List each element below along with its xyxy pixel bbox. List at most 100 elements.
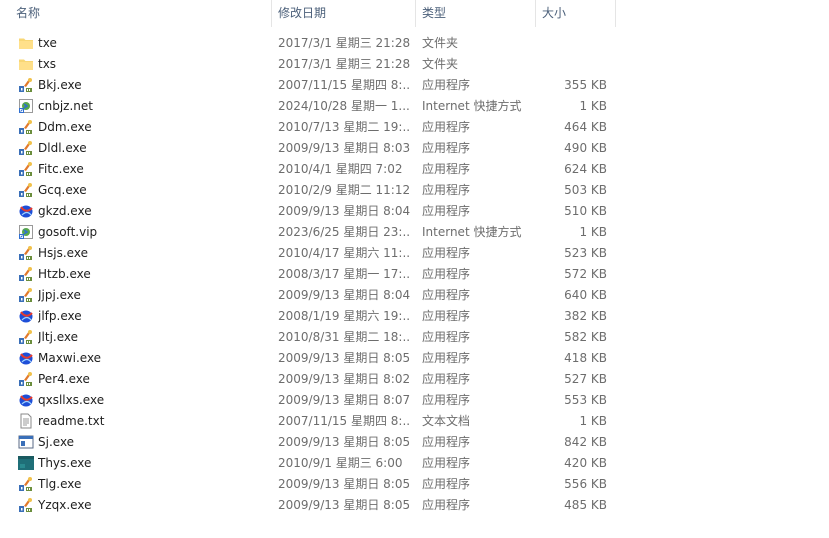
file-type: 应用程序: [422, 477, 471, 491]
internet-shortcut-icon: [18, 98, 34, 114]
app-icon: [18, 182, 34, 198]
file-size: [536, 54, 607, 75]
globe-app-icon: [18, 203, 34, 219]
column-header-name-label: 名称: [16, 6, 41, 20]
column-divider[interactable]: [615, 0, 616, 27]
file-type: 应用程序: [422, 246, 471, 260]
column-header-bar: ^ 名称 修改日期 类型 大小: [0, 0, 829, 27]
file-name: cnbjz.net: [38, 99, 93, 113]
file-name: Per4.exe: [38, 372, 90, 386]
file-name: Hsjs.exe: [38, 246, 88, 260]
file-name: gkzd.exe: [38, 204, 92, 218]
file-modified-date: 2010/9/1 星期三 6:00: [278, 456, 403, 470]
file-modified-date: 2009/9/13 星期日 8:05: [278, 435, 410, 449]
file-size: 1 KB: [579, 414, 607, 428]
file-name: Fitc.exe: [38, 162, 84, 176]
file-row[interactable]: jlfp.exe 2008/1/19 星期六 19:... 应用程序 382 KB: [0, 306, 829, 327]
file-type: 应用程序: [422, 393, 471, 407]
file-size: 464 KB: [564, 120, 607, 134]
file-type: 应用程序: [422, 204, 471, 218]
file-size: 1 KB: [579, 225, 607, 239]
file-row[interactable]: Gcq.exe 2010/2/9 星期二 11:12 应用程序 503 KB: [0, 180, 829, 201]
file-size: 572 KB: [564, 267, 607, 281]
file-name: Tlg.exe: [38, 477, 82, 491]
file-type: 应用程序: [422, 78, 471, 92]
file-size: 523 KB: [564, 246, 607, 260]
column-header-size-label: 大小: [542, 6, 567, 20]
file-list-view: ^ 名称 修改日期 类型 大小 txe 2017/3/1 星期三 21:28 文件夹…: [0, 0, 829, 538]
app-icon: [18, 77, 34, 93]
app-icon: [18, 329, 34, 345]
file-name: Jltj.exe: [38, 330, 79, 344]
column-header-name[interactable]: ^ 名称: [10, 0, 272, 27]
file-row[interactable]: Tlg.exe 2009/9/13 星期日 8:05 应用程序 556 KB: [0, 474, 829, 495]
file-row[interactable]: Bkj.exe 2007/11/15 星期四 8:... 应用程序 355 KB: [0, 75, 829, 96]
file-row[interactable]: txs 2017/3/1 星期三 21:28 文件夹: [0, 54, 829, 75]
file-row[interactable]: Hsjs.exe 2010/4/17 星期六 11:... 应用程序 523 KB: [0, 243, 829, 264]
file-modified-date: 2009/9/13 星期日 8:05: [278, 477, 410, 491]
column-header-size[interactable]: 大小: [536, 0, 616, 27]
app-icon: [18, 287, 34, 303]
file-row[interactable]: qxsllxs.exe 2009/9/13 星期日 8:07 应用程序 553 KB: [0, 390, 829, 411]
file-name: Bkj.exe: [38, 78, 82, 92]
file-row[interactable]: Jltj.exe 2010/8/31 星期二 18:... 应用程序 582 KB: [0, 327, 829, 348]
file-size: 553 KB: [564, 393, 607, 407]
file-row[interactable]: gkzd.exe 2009/9/13 星期日 8:04 应用程序 510 KB: [0, 201, 829, 222]
file-name: readme.txt: [38, 414, 105, 428]
file-type: 应用程序: [422, 267, 471, 281]
file-modified-date: 2009/9/13 星期日 8:04: [278, 288, 410, 302]
app-icon: [18, 497, 34, 513]
file-row[interactable]: Jjpj.exe 2009/9/13 星期日 8:04 应用程序 640 KB: [0, 285, 829, 306]
file-type: 应用程序: [422, 120, 471, 134]
file-row[interactable]: cnbjz.net 2024/10/28 星期一 1... Internet 快捷方…: [0, 96, 829, 117]
file-row[interactable]: Thys.exe 2010/9/1 星期三 6:00 应用程序 420 KB: [0, 453, 829, 474]
file-row[interactable]: gosoft.vip 2023/6/25 星期日 23:... Internet 快…: [0, 222, 829, 243]
column-header-type-label: 类型: [422, 6, 447, 20]
file-type: 文件夹: [422, 36, 459, 50]
file-size: 624 KB: [564, 162, 607, 176]
file-name: Dldl.exe: [38, 141, 87, 155]
file-row[interactable]: Fitc.exe 2010/4/1 星期四 7:02 应用程序 624 KB: [0, 159, 829, 180]
app-icon: [18, 140, 34, 156]
file-type: Internet 快捷方式: [422, 99, 522, 113]
app-icon: [18, 245, 34, 261]
file-name: Ddm.exe: [38, 120, 92, 134]
file-type: 应用程序: [422, 309, 471, 323]
file-row[interactable]: Dldl.exe 2009/9/13 星期日 8:03 应用程序 490 KB: [0, 138, 829, 159]
file-modified-date: 2023/6/25 星期日 23:...: [278, 225, 410, 239]
file-modified-date: 2017/3/1 星期三 21:28: [278, 36, 410, 50]
file-modified-date: 2010/4/1 星期四 7:02: [278, 162, 403, 176]
file-modified-date: 2024/10/28 星期一 1...: [278, 99, 410, 113]
file-name: qxsllxs.exe: [38, 393, 105, 407]
file-type: 应用程序: [422, 330, 471, 344]
file-name: Gcq.exe: [38, 183, 87, 197]
file-row[interactable]: readme.txt 2007/11/15 星期四 8:... 文本文档 1 KB: [0, 411, 829, 432]
file-row[interactable]: Per4.exe 2009/9/13 星期日 8:02 应用程序 527 KB: [0, 369, 829, 390]
file-row[interactable]: Ddm.exe 2010/7/13 星期二 19:... 应用程序 464 KB: [0, 117, 829, 138]
file-name: Thys.exe: [38, 456, 92, 470]
file-row[interactable]: Htzb.exe 2008/3/17 星期一 17:... 应用程序 572 KB: [0, 264, 829, 285]
file-size: 556 KB: [564, 477, 607, 491]
column-header-date[interactable]: 修改日期: [272, 0, 416, 27]
app-icon: [18, 161, 34, 177]
file-size: 503 KB: [564, 183, 607, 197]
file-row[interactable]: txe 2017/3/1 星期三 21:28 文件夹: [0, 33, 829, 54]
file-row[interactable]: Maxwi.exe 2009/9/13 星期日 8:05 应用程序 418 KB: [0, 348, 829, 369]
file-name: gosoft.vip: [38, 225, 98, 239]
file-size: 382 KB: [564, 309, 607, 323]
file-row[interactable]: Yzqx.exe 2009/9/13 星期日 8:05 应用程序 485 KB: [0, 495, 829, 516]
file-name: Yzqx.exe: [38, 498, 92, 512]
file-modified-date: 2009/9/13 星期日 8:05: [278, 351, 410, 365]
file-type: 文本文档: [422, 414, 471, 428]
file-size: 527 KB: [564, 372, 607, 386]
file-modified-date: 2010/7/13 星期二 19:...: [278, 120, 410, 134]
text-file-icon: [18, 413, 34, 429]
column-header-date-label: 修改日期: [278, 6, 327, 20]
file-row[interactable]: Sj.exe 2009/9/13 星期日 8:05 应用程序 842 KB: [0, 432, 829, 453]
file-modified-date: 2008/1/19 星期六 19:...: [278, 309, 410, 323]
column-header-type[interactable]: 类型: [416, 0, 536, 27]
globe-app-icon: [18, 350, 34, 366]
folder-icon: [18, 56, 34, 72]
file-size: 420 KB: [564, 456, 607, 470]
file-name: Htzb.exe: [38, 267, 91, 281]
